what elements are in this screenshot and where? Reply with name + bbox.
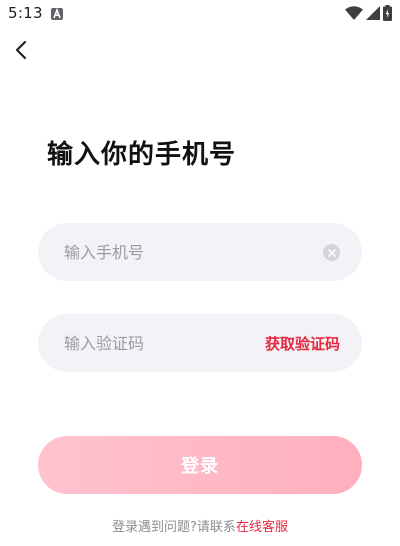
- status-icons: [345, 5, 392, 21]
- code-input[interactable]: [64, 314, 274, 372]
- code-field: 获取验证码: [38, 314, 362, 372]
- cell-signal-icon: [366, 6, 380, 20]
- back-button[interactable]: [8, 38, 36, 66]
- phone-input[interactable]: [64, 223, 274, 281]
- page-title: 输入你的手机号: [47, 140, 237, 170]
- help-text: 登录遇到问题?请联系: [112, 520, 236, 535]
- login-screen: 5:13 输入你的手机号 输入手机号 输入验证码 获取验证码 登录 登录遇到问题…: [0, 0, 400, 546]
- chevron-left-icon: [14, 40, 30, 64]
- get-code-button[interactable]: 获取验证码: [265, 314, 340, 372]
- phone-field: [38, 223, 362, 281]
- status-time: 5:13: [8, 4, 43, 22]
- online-service-link[interactable]: 在线客服: [236, 520, 288, 535]
- status-bar: 5:13: [0, 0, 400, 28]
- a-letter-icon: [51, 8, 63, 20]
- wifi-icon: [345, 6, 363, 20]
- clear-circle-icon[interactable]: [323, 244, 340, 261]
- login-button[interactable]: 登录: [38, 436, 362, 494]
- help-line: 登录遇到问题?请联系在线客服: [0, 516, 400, 535]
- battery-charging-icon: [383, 5, 392, 21]
